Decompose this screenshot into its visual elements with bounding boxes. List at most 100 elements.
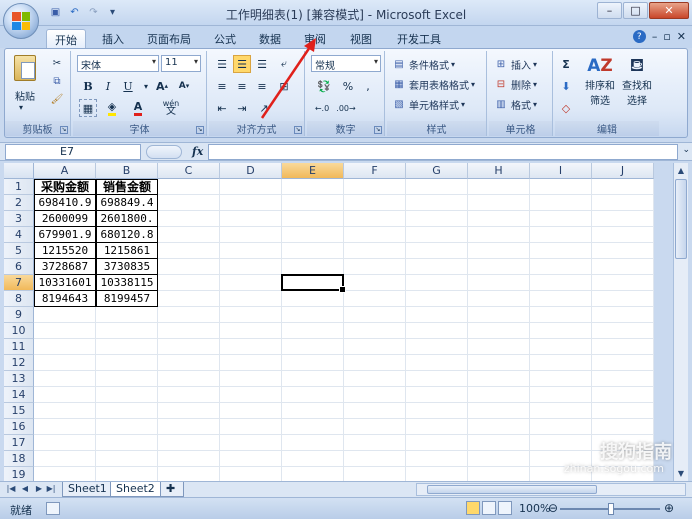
cell-f11[interactable] (344, 339, 406, 355)
cell-i10[interactable] (530, 323, 592, 339)
cell-e1[interactable] (282, 179, 344, 195)
cell-d6[interactable] (220, 259, 282, 275)
cell-a13[interactable] (34, 371, 96, 387)
row-header-17[interactable]: 17 (4, 435, 34, 451)
copy-icon[interactable]: ⧉ (49, 73, 65, 89)
cell-b3[interactable]: 2601800. (96, 211, 158, 227)
format-cells-button[interactable]: ▥ 格式 ▾ (493, 95, 537, 113)
cell-c1[interactable] (158, 179, 220, 195)
cell-g15[interactable] (406, 403, 468, 419)
tab-data[interactable]: 数据 (251, 29, 289, 48)
cell-d14[interactable] (220, 387, 282, 403)
zoom-out-icon[interactable]: ⊖ (548, 501, 558, 515)
cell-j4[interactable] (592, 227, 654, 243)
cell-e4[interactable] (282, 227, 344, 243)
cell-a2[interactable]: 698410.9 (34, 195, 96, 211)
cell-j1[interactable] (592, 179, 654, 195)
vertical-scrollbar[interactable]: ▲ ▼ (673, 163, 688, 481)
cell-c5[interactable] (158, 243, 220, 259)
cell-g18[interactable] (406, 451, 468, 467)
font-size-combo[interactable]: 11 ▾ (161, 55, 201, 72)
page-layout-view-icon[interactable] (482, 501, 496, 515)
cell-g2[interactable] (406, 195, 468, 211)
cell-a10[interactable] (34, 323, 96, 339)
cell-i4[interactable] (530, 227, 592, 243)
cell-g10[interactable] (406, 323, 468, 339)
cell-e15[interactable] (282, 403, 344, 419)
cell-g11[interactable] (406, 339, 468, 355)
row-header-9[interactable]: 9 (4, 307, 34, 323)
next-sheet-icon[interactable]: ▶ (34, 484, 44, 495)
cell-e17[interactable] (282, 435, 344, 451)
column-header-f[interactable]: F (344, 163, 406, 179)
row-header-2[interactable]: 2 (4, 195, 34, 211)
delete-cells-button[interactable]: ⊟ 删除 ▾ (493, 75, 537, 93)
row-header-5[interactable]: 5 (4, 243, 34, 259)
cell-i7[interactable] (530, 275, 592, 291)
cell-c9[interactable] (158, 307, 220, 323)
cell-g1[interactable] (406, 179, 468, 195)
cell-c4[interactable] (158, 227, 220, 243)
cell-f16[interactable] (344, 419, 406, 435)
cell-a18[interactable] (34, 451, 96, 467)
cell-c13[interactable] (158, 371, 220, 387)
accounting-format-button[interactable]: 💱 (311, 77, 337, 95)
cell-f1[interactable] (344, 179, 406, 195)
cell-h9[interactable] (468, 307, 530, 323)
cell-h13[interactable] (468, 371, 530, 387)
cell-c18[interactable] (158, 451, 220, 467)
cell-j16[interactable] (592, 419, 654, 435)
row-header-10[interactable]: 10 (4, 323, 34, 339)
cell-b15[interactable] (96, 403, 158, 419)
percent-button[interactable]: % (339, 77, 357, 95)
cell-h5[interactable] (468, 243, 530, 259)
bold-button[interactable]: B (79, 77, 97, 95)
formula-input[interactable] (208, 144, 678, 160)
cell-h2[interactable] (468, 195, 530, 211)
first-sheet-icon[interactable]: |◀ (6, 484, 16, 495)
cell-j8[interactable] (592, 291, 654, 307)
font-launcher-icon[interactable]: ↘ (196, 126, 204, 134)
alignment-launcher-icon[interactable]: ↘ (294, 126, 302, 134)
clipboard-launcher-icon[interactable]: ↘ (60, 126, 68, 134)
active-cell-outline[interactable] (281, 274, 346, 293)
zoom-level[interactable]: 100% (519, 502, 550, 515)
ribbon-close-icon[interactable]: ✕ (677, 30, 686, 43)
decrease-indent-button[interactable]: ⇤ (213, 99, 231, 117)
cell-j5[interactable] (592, 243, 654, 259)
cell-f15[interactable] (344, 403, 406, 419)
cell-f2[interactable] (344, 195, 406, 211)
cell-i12[interactable] (530, 355, 592, 371)
cell-f17[interactable] (344, 435, 406, 451)
tab-view[interactable]: 视图 (342, 29, 380, 48)
italic-button[interactable]: I (99, 77, 117, 95)
vertical-scroll-thumb[interactable] (675, 179, 687, 259)
normal-view-icon[interactable] (466, 501, 480, 515)
cell-h10[interactable] (468, 323, 530, 339)
tab-page-layout[interactable]: 页面布局 (139, 29, 199, 48)
fill-color-button[interactable]: ◈ (103, 99, 121, 117)
row-header-1[interactable]: 1 (4, 179, 34, 195)
minimize-button[interactable]: – (597, 2, 622, 19)
insert-cells-button[interactable]: ⊞ 插入 ▾ (493, 55, 537, 73)
cell-j3[interactable] (592, 211, 654, 227)
cell-d15[interactable] (220, 403, 282, 419)
cell-b13[interactable] (96, 371, 158, 387)
conditional-format-button[interactable]: ▤ 条件格式 ▾ (391, 55, 455, 73)
cell-c16[interactable] (158, 419, 220, 435)
cell-a1[interactable]: 采购金额 (34, 179, 96, 195)
cell-d8[interactable] (220, 291, 282, 307)
sheet-tab-sheet2[interactable]: Sheet2 (110, 482, 161, 497)
cell-f14[interactable] (344, 387, 406, 403)
scroll-up-icon[interactable]: ▲ (675, 164, 687, 177)
phonetic-button[interactable]: wén 文 (157, 99, 185, 117)
number-launcher-icon[interactable]: ↘ (374, 126, 382, 134)
cell-b1[interactable]: 销售金额 (96, 179, 158, 195)
cell-i16[interactable] (530, 419, 592, 435)
comma-style-button[interactable]: , (359, 77, 377, 95)
format-painter-icon[interactable]: 🖌 (49, 91, 65, 107)
cell-d9[interactable] (220, 307, 282, 323)
cell-d3[interactable] (220, 211, 282, 227)
cell-g13[interactable] (406, 371, 468, 387)
border-button[interactable]: ▦ (79, 99, 97, 117)
